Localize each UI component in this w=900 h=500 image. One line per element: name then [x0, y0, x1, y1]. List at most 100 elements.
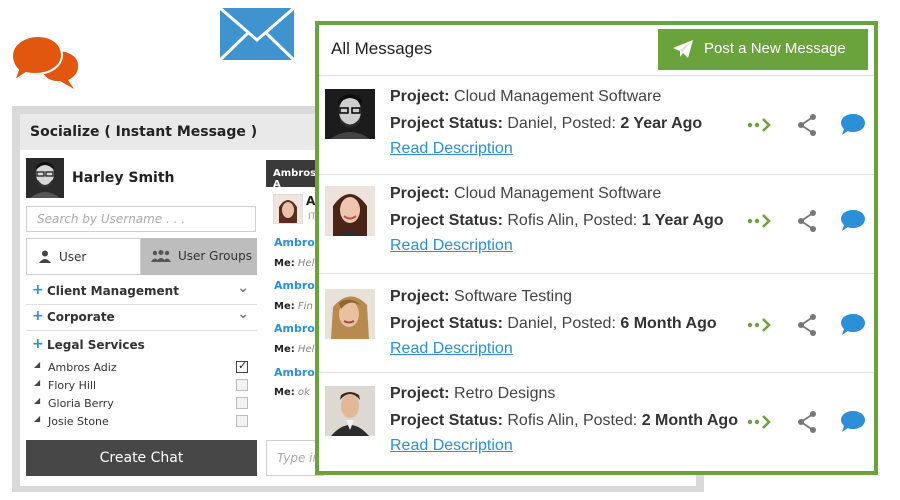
message-text: Hel: [297, 258, 315, 269]
message-me-label: Me:: [274, 301, 295, 312]
chevron-down-icon[interactable]: ⌄: [237, 280, 249, 296]
group-legal-services[interactable]: + Legal Services: [26, 332, 257, 358]
bullet-icon: ◢: [34, 414, 41, 423]
comment-icon[interactable]: [840, 208, 866, 232]
message-me-label: Me:: [274, 344, 295, 355]
contact-photo-icon: [274, 195, 302, 223]
member-name: Ambros Adiz: [48, 361, 117, 374]
share-icon[interactable]: [795, 209, 821, 233]
search-field[interactable]: [26, 206, 256, 232]
member-name: Gloria Berry: [48, 397, 114, 410]
status-value: Rofis Alin,: [507, 212, 579, 229]
contact-name: A: [306, 194, 316, 208]
message-text: ok: [297, 387, 310, 398]
chevron-down-icon[interactable]: ⌄: [237, 306, 249, 322]
forward-icon[interactable]: [747, 410, 773, 434]
create-chat-button[interactable]: Create Chat: [26, 440, 257, 476]
read-description-link[interactable]: Read Description: [390, 437, 513, 455]
users-icon: [151, 250, 171, 262]
paper-plane-icon: [673, 40, 693, 58]
comment-icon[interactable]: [840, 409, 866, 433]
user-photo-icon: [26, 158, 64, 198]
member-name: Flory Hill: [48, 379, 97, 392]
posted-label: Posted:: [561, 315, 616, 332]
comment-icon[interactable]: [840, 112, 866, 136]
message-line: Me: Hel: [274, 344, 314, 355]
share-icon[interactable]: [795, 410, 821, 434]
forward-icon[interactable]: [747, 209, 773, 233]
comment-icon[interactable]: [840, 312, 866, 336]
list-item[interactable]: ◢ Gloria Berry: [34, 394, 256, 412]
search-input[interactable]: [35, 211, 254, 227]
message-me-label: Me:: [274, 258, 295, 269]
message-input-placeholder: Type in: [277, 451, 321, 465]
posted-label: Posted:: [582, 212, 638, 229]
list-item[interactable]: ◢ Flory Hill: [34, 376, 256, 394]
posted-value: 1 Year Ago: [641, 212, 724, 229]
avatar: [325, 89, 375, 139]
tab-user-groups[interactable]: User Groups: [141, 238, 257, 275]
read-description-link[interactable]: Read Description: [390, 140, 513, 158]
chat-bubbles-icon: [10, 34, 79, 89]
list-item[interactable]: ◢ Ambros Adiz: [34, 358, 256, 376]
member-checkbox[interactable]: [236, 379, 248, 391]
post-new-message-button[interactable]: Post a New Message: [658, 29, 868, 70]
bullet-icon: ◢: [34, 360, 41, 369]
man-suit-photo-icon: [325, 386, 375, 436]
status-label: Project Status:: [390, 115, 503, 132]
group-label: Client Management: [47, 284, 179, 298]
status-line: Project Status: Rofis Alin, Posted: 2 Mo…: [390, 412, 738, 430]
user-icon: [39, 250, 51, 263]
project-label: Project:: [390, 385, 450, 402]
project-name: Software Testing: [454, 288, 573, 305]
page-title: All Messages: [331, 39, 433, 58]
project-line: Project: Cloud Management Software: [390, 88, 661, 106]
share-icon[interactable]: [795, 113, 821, 137]
list-item: Project: Software Testing Project Status…: [319, 274, 874, 373]
avatar: [26, 158, 64, 198]
status-value: Daniel,: [507, 315, 558, 332]
posted-value: 6 Month Ago: [620, 315, 717, 332]
avatar: [325, 289, 375, 339]
project-name: Retro Designs: [454, 385, 556, 402]
plus-icon: +: [32, 336, 44, 352]
group-client-management[interactable]: + Client Management ⌄: [26, 278, 257, 305]
forward-icon[interactable]: [747, 113, 773, 137]
member-checkbox[interactable]: [236, 397, 248, 409]
tab-user[interactable]: User: [26, 238, 141, 275]
avatar: [273, 194, 303, 224]
woman-smiling-photo-icon: [325, 186, 375, 236]
project-name: Cloud Management Software: [454, 185, 662, 202]
member-name: Josie Stone: [48, 415, 109, 428]
project-line: Project: Software Testing: [390, 288, 572, 306]
message-text: Hel: [297, 344, 315, 355]
project-label: Project:: [390, 88, 450, 105]
share-icon[interactable]: [795, 313, 821, 337]
status-line: Project Status: Daniel, Posted: 6 Month …: [390, 315, 717, 333]
status-value: Rofis Alin,: [507, 412, 579, 429]
member-checkbox[interactable]: [236, 359, 248, 373]
envelope-icon: [218, 6, 296, 62]
tab-user-groups-label: User Groups: [178, 249, 252, 263]
message-me-label: Me:: [274, 387, 295, 398]
plus-icon: +: [32, 308, 44, 324]
project-line: Project: Retro Designs: [390, 385, 555, 403]
list-item: Project: Retro Designs Project Status: R…: [319, 373, 874, 471]
avatar: [325, 386, 375, 436]
group-label: Legal Services: [47, 338, 145, 352]
project-label: Project:: [390, 288, 450, 305]
status-label: Project Status:: [390, 315, 503, 332]
forward-icon[interactable]: [747, 313, 773, 337]
member-checkbox[interactable]: [236, 415, 248, 427]
list-item: Project: Cloud Management Software Proje…: [319, 76, 874, 175]
project-label: Project:: [390, 185, 450, 202]
avatar: [325, 186, 375, 236]
group-corporate[interactable]: + Corporate ⌄: [26, 304, 257, 331]
bullet-icon: ◢: [34, 396, 41, 405]
read-description-link[interactable]: Read Description: [390, 237, 513, 255]
list-item[interactable]: ◢ Josie Stone: [34, 412, 256, 430]
woman-blonde-photo-icon: [325, 289, 375, 339]
status-label: Project Status:: [390, 212, 503, 229]
read-description-link[interactable]: Read Description: [390, 340, 513, 358]
bullet-icon: ◢: [34, 378, 41, 387]
